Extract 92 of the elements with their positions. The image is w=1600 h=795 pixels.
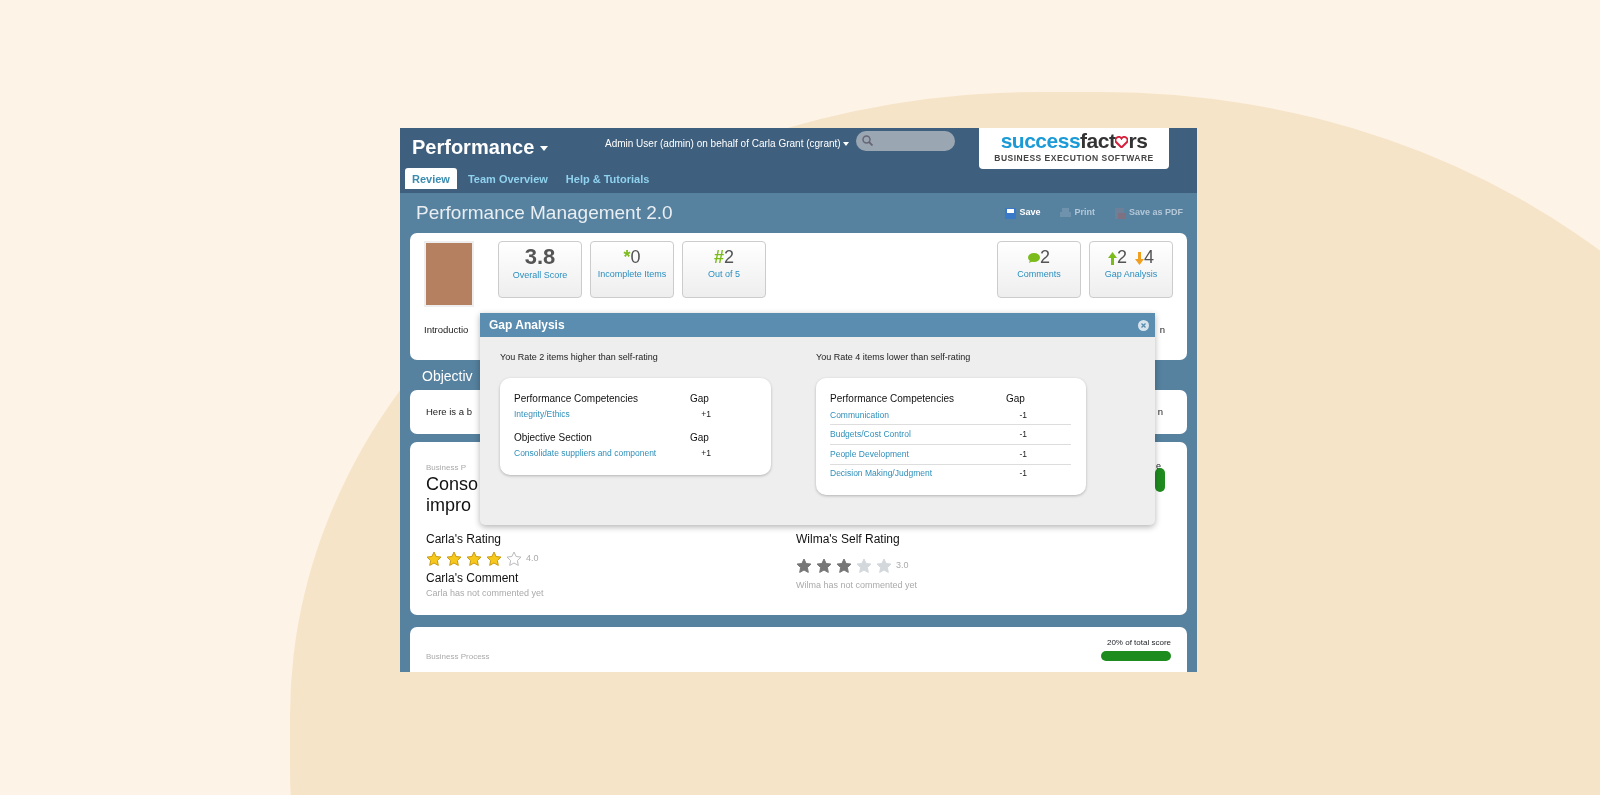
star-icon xyxy=(506,551,522,566)
count-value: 4 xyxy=(1144,247,1154,267)
weight-label: 20% of total score xyxy=(1105,637,1171,649)
gap-item-link[interactable]: Communication xyxy=(830,408,890,422)
print-icon xyxy=(1060,207,1072,219)
comment-note: Wilma has not commented yet xyxy=(796,579,919,592)
tab[interactable]: Review xyxy=(405,168,457,189)
count-value: 0 xyxy=(630,247,641,267)
gap-value: -1 xyxy=(1019,466,1027,480)
score-value: 3.8 xyxy=(524,244,556,269)
logo-tagline: BUSINESS EXECUTION SOFTWARE xyxy=(993,152,1155,165)
logo-wordmark: successfact rs xyxy=(999,130,1149,152)
photo-placeholder xyxy=(424,241,474,307)
tab[interactable]: Help & Tutorials xyxy=(558,168,657,189)
caret-icon xyxy=(843,142,850,147)
gap-item-link[interactable]: People Development xyxy=(830,448,909,461)
count-value: 2 xyxy=(1040,247,1050,267)
gap-heading: Gap xyxy=(690,431,709,446)
summary-text: You Rate 4 items lower than self-rating xyxy=(816,351,972,364)
star-icon xyxy=(816,558,832,573)
group-heading: Performance Competencies xyxy=(514,391,639,406)
rating-value: 4.0 xyxy=(526,551,539,565)
summary-tile[interactable]: 3.8 Overall Score xyxy=(498,241,582,298)
save-button[interactable]: Save xyxy=(1001,206,1041,220)
close-button[interactable] xyxy=(1138,319,1149,331)
status-button[interactable] xyxy=(1155,468,1165,492)
popup-title: Gap Analysis xyxy=(489,317,565,334)
count-value: 2 xyxy=(1117,247,1127,267)
star-icon xyxy=(836,558,852,573)
close-icon xyxy=(1138,319,1149,331)
category-label: Business P xyxy=(426,462,467,474)
count-value: 2 xyxy=(724,247,734,267)
star-icon xyxy=(446,551,462,566)
summary-tile[interactable]: *0 Incomplete Items xyxy=(590,241,674,298)
section-heading: Objectiv xyxy=(421,367,474,386)
tab[interactable]: Team Overview xyxy=(460,168,555,189)
heart-icon xyxy=(1115,136,1129,149)
up-arrow-icon xyxy=(1108,251,1117,265)
star-icon xyxy=(796,558,812,573)
gap-value: -1 xyxy=(1019,448,1027,461)
rater-heading: Wilma's Self Rating xyxy=(796,531,901,548)
summary-tile[interactable]: #2 Out of 5 xyxy=(682,241,766,298)
summary-tile[interactable]: 2 Comments xyxy=(997,241,1081,298)
objective-text: Here is a b xyxy=(426,404,472,419)
tile-label: Overall Score xyxy=(511,269,569,282)
page-title: Performance Management 2.0 xyxy=(416,201,673,225)
tile-label: Incomplete Items xyxy=(596,268,668,281)
goal-title: impro xyxy=(426,495,471,516)
tile-label: Gap Analysis xyxy=(1103,268,1159,281)
intro-text: Introductio xyxy=(424,323,469,337)
user-menu[interactable]: Admin User (admin) on behalf of Carla Grant (cgrant) xyxy=(605,136,850,151)
summary-text: You Rate 2 items higher than self-rating xyxy=(500,351,659,364)
gap-item-link[interactable]: Integrity/Ethics xyxy=(514,407,570,421)
speech-bubble-icon xyxy=(1028,253,1040,264)
status-button[interactable] xyxy=(1101,651,1171,661)
rating-value: 3.0 xyxy=(896,558,909,572)
comment-heading: Carla's Comment xyxy=(426,570,520,587)
comment-note: Carla has not commented yet xyxy=(426,587,545,600)
goal-title: Conso xyxy=(426,474,479,495)
gap-item-link[interactable]: Decision Making/Judgment xyxy=(830,466,933,480)
symbol-icon: * xyxy=(623,247,631,267)
star-icon xyxy=(486,551,502,566)
group-heading: Performance Competencies xyxy=(830,391,955,406)
symbol-icon: # xyxy=(714,247,724,267)
save-icon xyxy=(1005,207,1017,219)
group-heading: Objective Section xyxy=(514,431,593,446)
gap-value: +1 xyxy=(701,407,711,421)
header-fragment: e xyxy=(1156,460,1161,473)
tile-label: Out of 5 xyxy=(707,268,741,281)
pdf-icon xyxy=(1114,207,1126,219)
caret-icon xyxy=(539,146,548,152)
gap-value: -1 xyxy=(1019,408,1027,422)
summary-tile[interactable]: 2 4 Gap Analysis xyxy=(1089,241,1173,298)
intro-text-fragment: n xyxy=(1159,323,1165,337)
star-icon xyxy=(876,558,892,573)
star-icon xyxy=(426,551,442,566)
category-label: Business Process xyxy=(426,651,490,663)
gap-item-link[interactable]: Consolidate suppliers and component xyxy=(514,447,657,460)
gap-heading: Gap xyxy=(690,391,709,406)
gap-value: -1 xyxy=(1019,428,1027,441)
gap-value: +1 xyxy=(701,447,711,460)
search-field[interactable] xyxy=(856,131,955,151)
module-menu[interactable]: Performance xyxy=(412,132,548,162)
star-icon xyxy=(466,551,482,566)
objective-text-fragment: n xyxy=(1157,404,1163,419)
down-arrow-icon xyxy=(1135,251,1144,265)
search-icon xyxy=(862,135,873,146)
gap-heading: Gap xyxy=(1006,391,1025,406)
star-icon xyxy=(856,558,872,573)
gap-item-link[interactable]: Budgets/Cost Control xyxy=(830,428,911,441)
rater-heading: Carla's Rating xyxy=(426,531,502,548)
tile-label: Comments xyxy=(1016,268,1062,281)
